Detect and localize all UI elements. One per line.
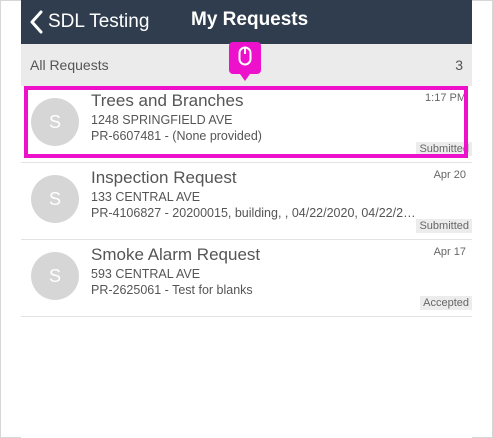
request-time: Apr 20 (433, 169, 466, 181)
request-title: Trees and Branches (91, 91, 244, 110)
request-address: 1248 SPRINGFIELD AVE (91, 113, 233, 127)
request-detail: PR-4106827 - 20200015, building, , 04/22… (91, 206, 418, 220)
request-address: 133 CENTRAL AVE (91, 190, 201, 204)
status-badge: Submitted (416, 142, 472, 156)
status-badge: Submitted (416, 219, 472, 233)
list-item-smoke-alarm-request[interactable]: S Smoke Alarm Request 593 CENTRAL AVE PR… (21, 240, 472, 317)
request-address: 593 CENTRAL AVE (91, 267, 201, 281)
request-detail: PR-6607481 - (None provided) (91, 129, 262, 143)
avatar: S (31, 175, 79, 223)
request-title: Inspection Request (91, 168, 237, 187)
avatar: S (31, 98, 79, 146)
back-button[interactable]: SDL Testing (29, 6, 149, 38)
status-badge: Accepted (420, 296, 472, 310)
list-item-inspection-request[interactable]: S Inspection Request 133 CENTRAL AVE PR-… (21, 163, 472, 240)
click-marker (229, 42, 261, 81)
section-count: 3 (455, 57, 463, 73)
avatar: S (31, 252, 79, 300)
request-time: 1:17 PM (425, 92, 466, 104)
request-title: Smoke Alarm Request (91, 245, 261, 264)
mouse-icon (238, 46, 252, 71)
request-time: Apr 17 (433, 246, 466, 258)
request-detail: PR-2625061 - Test for blanks (91, 283, 253, 297)
section-label: All Requests (30, 57, 109, 73)
back-button-label: SDL Testing (48, 11, 150, 32)
page-title: My Requests (191, 9, 309, 30)
navigation-bar: SDL Testing My Requests (21, 0, 472, 44)
chevron-left-icon (29, 10, 43, 34)
list-item-trees-and-branches[interactable]: S Trees and Branches 1248 SPRINGFIELD AV… (21, 86, 472, 163)
